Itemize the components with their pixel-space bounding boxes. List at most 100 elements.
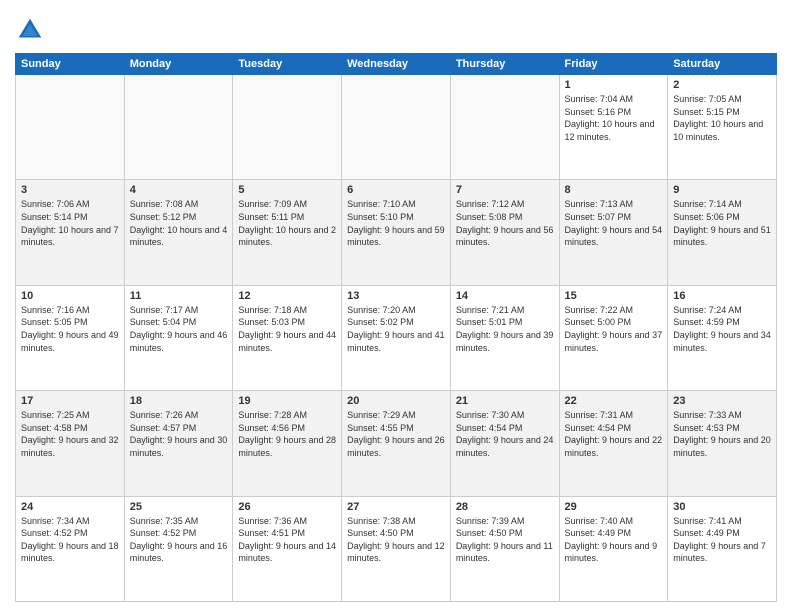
day-info: Sunrise: 7:40 AM Sunset: 4:49 PM Dayligh… bbox=[565, 515, 663, 565]
calendar-day: 2 Sunrise: 7:05 AM Sunset: 5:15 PM Daylig… bbox=[668, 75, 777, 180]
calendar-day: 20 Sunrise: 7:29 AM Sunset: 4:55 PM Dayli… bbox=[342, 391, 451, 496]
day-info: Sunrise: 7:39 AM Sunset: 4:50 PM Dayligh… bbox=[456, 515, 554, 565]
calendar-week-row: 24 Sunrise: 7:34 AM Sunset: 4:52 PM Dayli… bbox=[16, 496, 777, 601]
calendar-table: SundayMondayTuesdayWednesdayThursdayFrid… bbox=[15, 53, 777, 602]
day-number: 29 bbox=[565, 501, 663, 513]
day-number: 26 bbox=[238, 501, 336, 513]
calendar-day: 4 Sunrise: 7:08 AM Sunset: 5:12 PM Daylig… bbox=[124, 180, 233, 285]
day-number: 28 bbox=[456, 501, 554, 513]
day-info: Sunrise: 7:34 AM Sunset: 4:52 PM Dayligh… bbox=[21, 515, 119, 565]
day-info: Sunrise: 7:09 AM Sunset: 5:11 PM Dayligh… bbox=[238, 198, 336, 248]
calendar-day: 7 Sunrise: 7:12 AM Sunset: 5:08 PM Daylig… bbox=[450, 180, 559, 285]
calendar-day: 1 Sunrise: 7:04 AM Sunset: 5:16 PM Daylig… bbox=[559, 75, 668, 180]
calendar-day: 11Sunrise: 7:17 AM Sunset: 5:04 PM Dayli… bbox=[124, 285, 233, 390]
day-info: Sunrise: 7:41 AM Sunset: 4:49 PM Dayligh… bbox=[673, 515, 771, 565]
weekday-header-sunday: Sunday bbox=[16, 54, 125, 75]
header bbox=[15, 15, 777, 45]
weekday-header-wednesday: Wednesday bbox=[342, 54, 451, 75]
day-info: Sunrise: 7:29 AM Sunset: 4:55 PM Dayligh… bbox=[347, 409, 445, 459]
day-info: Sunrise: 7:21 AM Sunset: 5:01 PM Dayligh… bbox=[456, 304, 554, 354]
day-info: Sunrise: 7:10 AM Sunset: 5:10 PM Dayligh… bbox=[347, 198, 445, 248]
page: SundayMondayTuesdayWednesdayThursdayFrid… bbox=[0, 0, 792, 612]
calendar-day: 5 Sunrise: 7:09 AM Sunset: 5:11 PM Daylig… bbox=[233, 180, 342, 285]
day-number: 5 bbox=[238, 184, 336, 196]
day-number: 4 bbox=[130, 184, 228, 196]
day-info: Sunrise: 7:04 AM Sunset: 5:16 PM Dayligh… bbox=[565, 93, 663, 143]
day-number: 17 bbox=[21, 395, 119, 407]
day-number: 27 bbox=[347, 501, 445, 513]
day-number: 14 bbox=[456, 290, 554, 302]
calendar-day: 24 Sunrise: 7:34 AM Sunset: 4:52 PM Dayli… bbox=[16, 496, 125, 601]
calendar-day: 22 Sunrise: 7:31 AM Sunset: 4:54 PM Dayli… bbox=[559, 391, 668, 496]
day-info: Sunrise: 7:16 AM Sunset: 5:05 PM Dayligh… bbox=[21, 304, 119, 354]
calendar-day: 6 Sunrise: 7:10 AM Sunset: 5:10 PM Daylig… bbox=[342, 180, 451, 285]
calendar-day: 23 Sunrise: 7:33 AM Sunset: 4:53 PM Dayli… bbox=[668, 391, 777, 496]
day-number: 6 bbox=[347, 184, 445, 196]
calendar-day: 12 Sunrise: 7:18 AM Sunset: 5:03 PM Dayli… bbox=[233, 285, 342, 390]
weekday-header-row: SundayMondayTuesdayWednesdayThursdayFrid… bbox=[16, 54, 777, 75]
calendar-day bbox=[450, 75, 559, 180]
weekday-header-saturday: Saturday bbox=[668, 54, 777, 75]
day-number: 1 bbox=[565, 79, 663, 91]
day-info: Sunrise: 7:18 AM Sunset: 5:03 PM Dayligh… bbox=[238, 304, 336, 354]
calendar-day: 14 Sunrise: 7:21 AM Sunset: 5:01 PM Dayli… bbox=[450, 285, 559, 390]
calendar-day bbox=[124, 75, 233, 180]
calendar-day: 15Sunrise: 7:22 AM Sunset: 5:00 PM Dayli… bbox=[559, 285, 668, 390]
day-info: Sunrise: 7:30 AM Sunset: 4:54 PM Dayligh… bbox=[456, 409, 554, 459]
calendar-day bbox=[342, 75, 451, 180]
weekday-header-monday: Monday bbox=[124, 54, 233, 75]
calendar-day: 13 Sunrise: 7:20 AM Sunset: 5:02 PM Dayli… bbox=[342, 285, 451, 390]
weekday-header-friday: Friday bbox=[559, 54, 668, 75]
day-info: Sunrise: 7:24 AM Sunset: 4:59 PM Dayligh… bbox=[673, 304, 771, 354]
calendar-week-row: 1 Sunrise: 7:04 AM Sunset: 5:16 PM Daylig… bbox=[16, 75, 777, 180]
day-info: Sunrise: 7:26 AM Sunset: 4:57 PM Dayligh… bbox=[130, 409, 228, 459]
calendar-day: 19 Sunrise: 7:28 AM Sunset: 4:56 PM Dayli… bbox=[233, 391, 342, 496]
day-info: Sunrise: 7:13 AM Sunset: 5:07 PM Dayligh… bbox=[565, 198, 663, 248]
calendar-day: 3 Sunrise: 7:06 AM Sunset: 5:14 PM Daylig… bbox=[16, 180, 125, 285]
day-number: 3 bbox=[21, 184, 119, 196]
logo-icon bbox=[15, 15, 45, 45]
day-info: Sunrise: 7:22 AM Sunset: 5:00 PM Dayligh… bbox=[565, 304, 663, 354]
day-info: Sunrise: 7:25 AM Sunset: 4:58 PM Dayligh… bbox=[21, 409, 119, 459]
calendar-day: 18 Sunrise: 7:26 AM Sunset: 4:57 PM Dayli… bbox=[124, 391, 233, 496]
day-number: 10 bbox=[21, 290, 119, 302]
day-info: Sunrise: 7:33 AM Sunset: 4:53 PM Dayligh… bbox=[673, 409, 771, 459]
day-number: 30 bbox=[673, 501, 771, 513]
day-info: Sunrise: 7:12 AM Sunset: 5:08 PM Dayligh… bbox=[456, 198, 554, 248]
weekday-header-tuesday: Tuesday bbox=[233, 54, 342, 75]
day-number: 12 bbox=[238, 290, 336, 302]
calendar-week-row: 10 Sunrise: 7:16 AM Sunset: 5:05 PM Dayli… bbox=[16, 285, 777, 390]
day-number: 22 bbox=[565, 395, 663, 407]
calendar-day: 30 Sunrise: 7:41 AM Sunset: 4:49 PM Dayli… bbox=[668, 496, 777, 601]
day-info: Sunrise: 7:38 AM Sunset: 4:50 PM Dayligh… bbox=[347, 515, 445, 565]
day-info: Sunrise: 7:36 AM Sunset: 4:51 PM Dayligh… bbox=[238, 515, 336, 565]
calendar-day: 10 Sunrise: 7:16 AM Sunset: 5:05 PM Dayli… bbox=[16, 285, 125, 390]
day-number: 18 bbox=[130, 395, 228, 407]
day-info: Sunrise: 7:28 AM Sunset: 4:56 PM Dayligh… bbox=[238, 409, 336, 459]
day-info: Sunrise: 7:06 AM Sunset: 5:14 PM Dayligh… bbox=[21, 198, 119, 248]
day-info: Sunrise: 7:35 AM Sunset: 4:52 PM Dayligh… bbox=[130, 515, 228, 565]
logo bbox=[15, 15, 49, 45]
day-number: 20 bbox=[347, 395, 445, 407]
day-number: 8 bbox=[565, 184, 663, 196]
day-number: 11 bbox=[130, 290, 228, 302]
day-info: Sunrise: 7:31 AM Sunset: 4:54 PM Dayligh… bbox=[565, 409, 663, 459]
calendar-day bbox=[16, 75, 125, 180]
calendar-day: 8 Sunrise: 7:13 AM Sunset: 5:07 PM Daylig… bbox=[559, 180, 668, 285]
day-number: 19 bbox=[238, 395, 336, 407]
day-number: 21 bbox=[456, 395, 554, 407]
day-info: Sunrise: 7:05 AM Sunset: 5:15 PM Dayligh… bbox=[673, 93, 771, 143]
calendar-day: 9Sunrise: 7:14 AM Sunset: 5:06 PM Daylig… bbox=[668, 180, 777, 285]
day-number: 16 bbox=[673, 290, 771, 302]
calendar-day: 16 Sunrise: 7:24 AM Sunset: 4:59 PM Dayli… bbox=[668, 285, 777, 390]
day-number: 24 bbox=[21, 501, 119, 513]
day-number: 9 bbox=[673, 184, 771, 196]
calendar-day: 29 Sunrise: 7:40 AM Sunset: 4:49 PM Dayli… bbox=[559, 496, 668, 601]
day-number: 13 bbox=[347, 290, 445, 302]
day-info: Sunrise: 7:08 AM Sunset: 5:12 PM Dayligh… bbox=[130, 198, 228, 248]
day-number: 7 bbox=[456, 184, 554, 196]
day-number: 2 bbox=[673, 79, 771, 91]
day-number: 23 bbox=[673, 395, 771, 407]
calendar-day: 17 Sunrise: 7:25 AM Sunset: 4:58 PM Dayli… bbox=[16, 391, 125, 496]
day-info: Sunrise: 7:20 AM Sunset: 5:02 PM Dayligh… bbox=[347, 304, 445, 354]
